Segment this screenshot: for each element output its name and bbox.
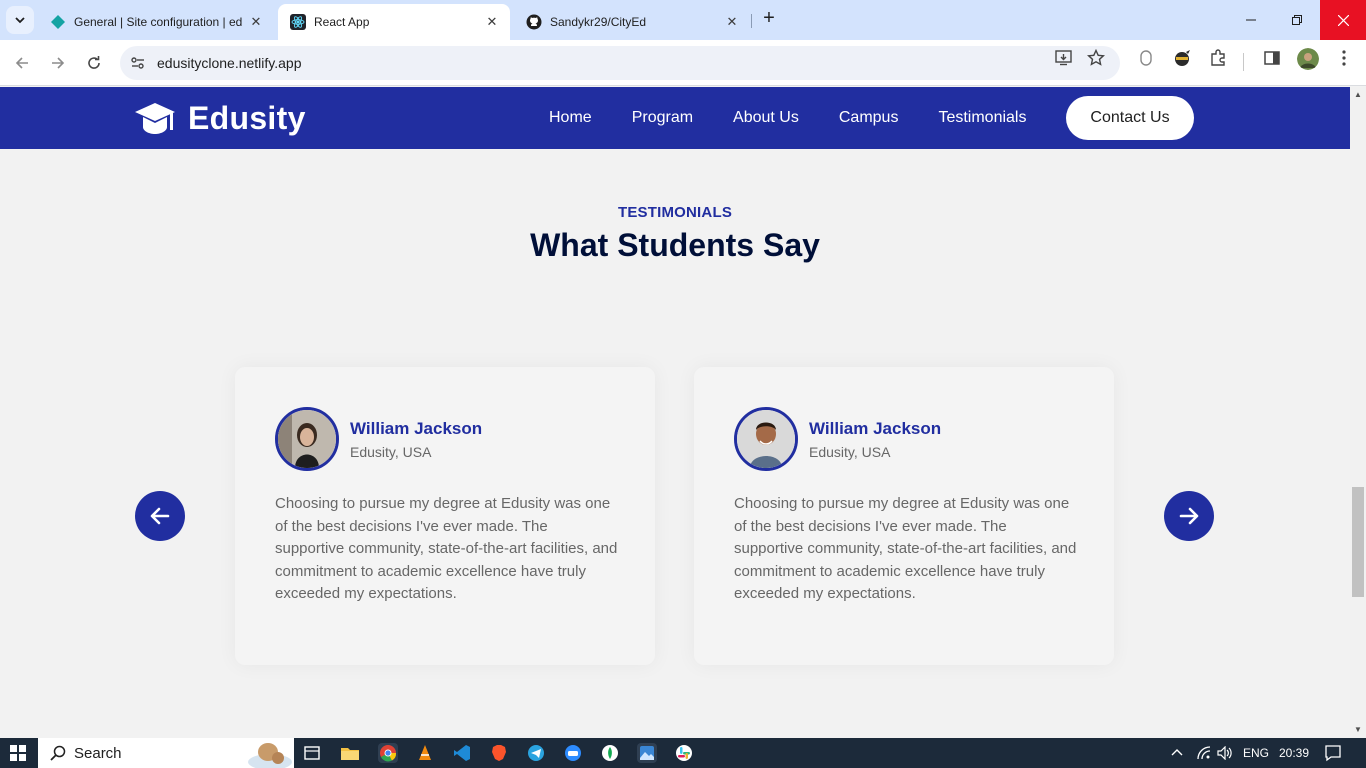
scroll-down-icon[interactable]: ▼ (1354, 726, 1362, 734)
nav-link-campus[interactable]: Campus (839, 109, 899, 127)
photos-icon[interactable] (637, 743, 657, 763)
nav-menu: Home Program About Us Campus Testimonial… (549, 109, 1066, 127)
arrow-right-icon (52, 57, 65, 69)
previous-slide-button[interactable] (135, 491, 185, 541)
browser-tab-react-app[interactable]: React App ✕ (278, 4, 510, 40)
nav-link-about-us[interactable]: About Us (733, 109, 799, 127)
next-slide-button[interactable] (1164, 491, 1214, 541)
browser-menu-icon[interactable] (1333, 49, 1355, 67)
back-button[interactable] (8, 49, 36, 77)
tab-title: React App (314, 15, 370, 29)
arrow-left-icon (150, 507, 170, 525)
taskbar-search-box[interactable]: Search (38, 738, 294, 768)
nav-link-testimonials[interactable]: Testimonials (938, 109, 1026, 127)
scrollbar-thumb[interactable] (1352, 487, 1364, 597)
student-name: William Jackson (809, 419, 942, 438)
browser-tab-site-config[interactable]: General | Site configuration | ed ✕ (38, 4, 274, 40)
slack-icon[interactable] (674, 743, 694, 763)
clock[interactable]: 20:39 (1279, 746, 1309, 760)
testimonial-quote: Choosing to pursue my degree at Edusity … (734, 495, 1077, 602)
bookmark-star-icon[interactable] (1085, 49, 1107, 67)
chevron-down-icon (15, 17, 25, 24)
tab-search-button[interactable] (6, 6, 34, 34)
browser-tab-strip: General | Site configuration | ed ✕ Reac… (0, 0, 1366, 40)
tab-title: Sandykr29/CityEd (550, 15, 647, 29)
student-location: Edusity, USA (350, 444, 432, 460)
profile-avatar[interactable] (1297, 48, 1319, 70)
nav-link-program[interactable]: Program (632, 109, 693, 127)
extension-zero-icon[interactable] (1135, 49, 1157, 67)
minimize-icon (1246, 19, 1256, 21)
task-view-icon[interactable] (302, 743, 322, 763)
react-icon (290, 14, 306, 30)
show-hidden-icons[interactable] (1171, 746, 1183, 760)
brand-name: Edusity (188, 100, 306, 136)
close-tab-icon[interactable]: ✕ (724, 14, 740, 30)
testimonial-card: William Jackson Edusity, USA Choosing to… (694, 367, 1114, 665)
close-tab-icon[interactable]: ✕ (248, 14, 264, 30)
zoom-icon[interactable] (563, 743, 583, 763)
arrow-left-icon (15, 57, 28, 69)
page-scrollbar[interactable]: ▲ ▼ (1350, 87, 1366, 738)
address-bar[interactable]: edusityclone.netlify.app (120, 46, 1120, 80)
extension-ninja-icon[interactable] (1171, 49, 1193, 67)
page-viewport: Edusity Home Program About Us Campus Tes… (0, 87, 1350, 738)
netlify-icon (50, 14, 66, 30)
nav-link-home[interactable]: Home (549, 109, 592, 127)
windows-logo-icon (10, 745, 26, 761)
graduation-cap-icon (135, 102, 175, 134)
extensions-puzzle-icon[interactable] (1207, 49, 1229, 67)
mongodb-compass-icon[interactable] (600, 743, 620, 763)
scroll-up-icon[interactable]: ▲ (1354, 91, 1362, 99)
arrow-right-icon (1179, 507, 1199, 525)
browser-toolbar: edusityclone.netlify.app (0, 40, 1366, 86)
windows-start-button[interactable] (10, 745, 26, 766)
vscode-icon[interactable] (452, 743, 472, 763)
reload-button[interactable] (80, 49, 108, 77)
close-icon (1337, 14, 1349, 26)
search-label: Search (74, 744, 122, 762)
windows-taskbar: Search ENG 20:39 (0, 738, 1366, 768)
site-navbar: Edusity Home Program About Us Campus Tes… (0, 87, 1350, 149)
file-explorer-icon[interactable] (340, 743, 360, 763)
restore-icon (1292, 15, 1302, 25)
tab-title: General | Site configuration | ed (74, 15, 243, 29)
contact-us-button[interactable]: Contact Us (1066, 96, 1194, 140)
tab-separator (751, 14, 752, 28)
language-indicator[interactable]: ENG (1243, 746, 1269, 760)
site-logo[interactable]: Edusity (134, 100, 306, 137)
vlc-icon[interactable] (415, 743, 435, 763)
side-panel-icon[interactable] (1261, 49, 1283, 67)
github-icon (526, 14, 542, 30)
testimonial-card: William Jackson Edusity, USA Choosing to… (235, 367, 655, 665)
new-tab-button[interactable]: + (758, 8, 780, 30)
student-avatar (275, 407, 339, 471)
wifi-icon[interactable] (1197, 746, 1211, 763)
brave-icon[interactable] (489, 743, 509, 763)
reload-icon (88, 56, 100, 69)
notifications-icon[interactable] (1324, 744, 1342, 765)
site-info-icon[interactable] (130, 55, 146, 76)
testimonial-quote: Choosing to pursue my degree at Edusity … (275, 495, 618, 602)
close-tab-icon[interactable]: ✕ (484, 14, 500, 30)
install-app-icon[interactable] (1053, 49, 1075, 67)
search-icon (50, 745, 66, 761)
restore-window-button[interactable] (1274, 0, 1320, 40)
minimize-window-button[interactable] (1228, 0, 1274, 40)
toolbar-separator (1243, 53, 1244, 71)
url-text: edusityclone.netlify.app (157, 55, 302, 71)
section-title: What Students Say (530, 227, 820, 263)
close-window-button[interactable] (1320, 0, 1366, 40)
telegram-icon[interactable] (526, 743, 546, 763)
student-location: Edusity, USA (809, 444, 891, 460)
forward-button[interactable] (44, 49, 72, 77)
chrome-icon[interactable] (378, 743, 398, 763)
student-avatar (734, 407, 798, 471)
section-eyebrow: TESTIMONIALS (617, 204, 733, 221)
browser-tab-github[interactable]: Sandykr29/CityEd ✕ (514, 4, 750, 40)
volume-icon[interactable] (1217, 745, 1233, 763)
student-name: William Jackson (350, 419, 483, 438)
search-highlight-icon (248, 743, 292, 768)
